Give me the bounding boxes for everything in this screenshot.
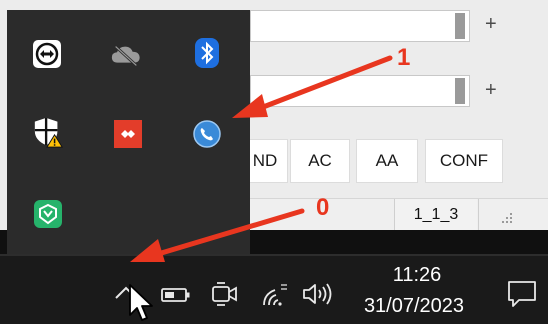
annotation-label-one: 1 [397, 44, 411, 71]
arrow-zero [130, 208, 305, 262]
arrow-one [232, 55, 393, 118]
annotation-label-zero: 0 [316, 194, 330, 221]
annotation-arrows [130, 55, 393, 262]
